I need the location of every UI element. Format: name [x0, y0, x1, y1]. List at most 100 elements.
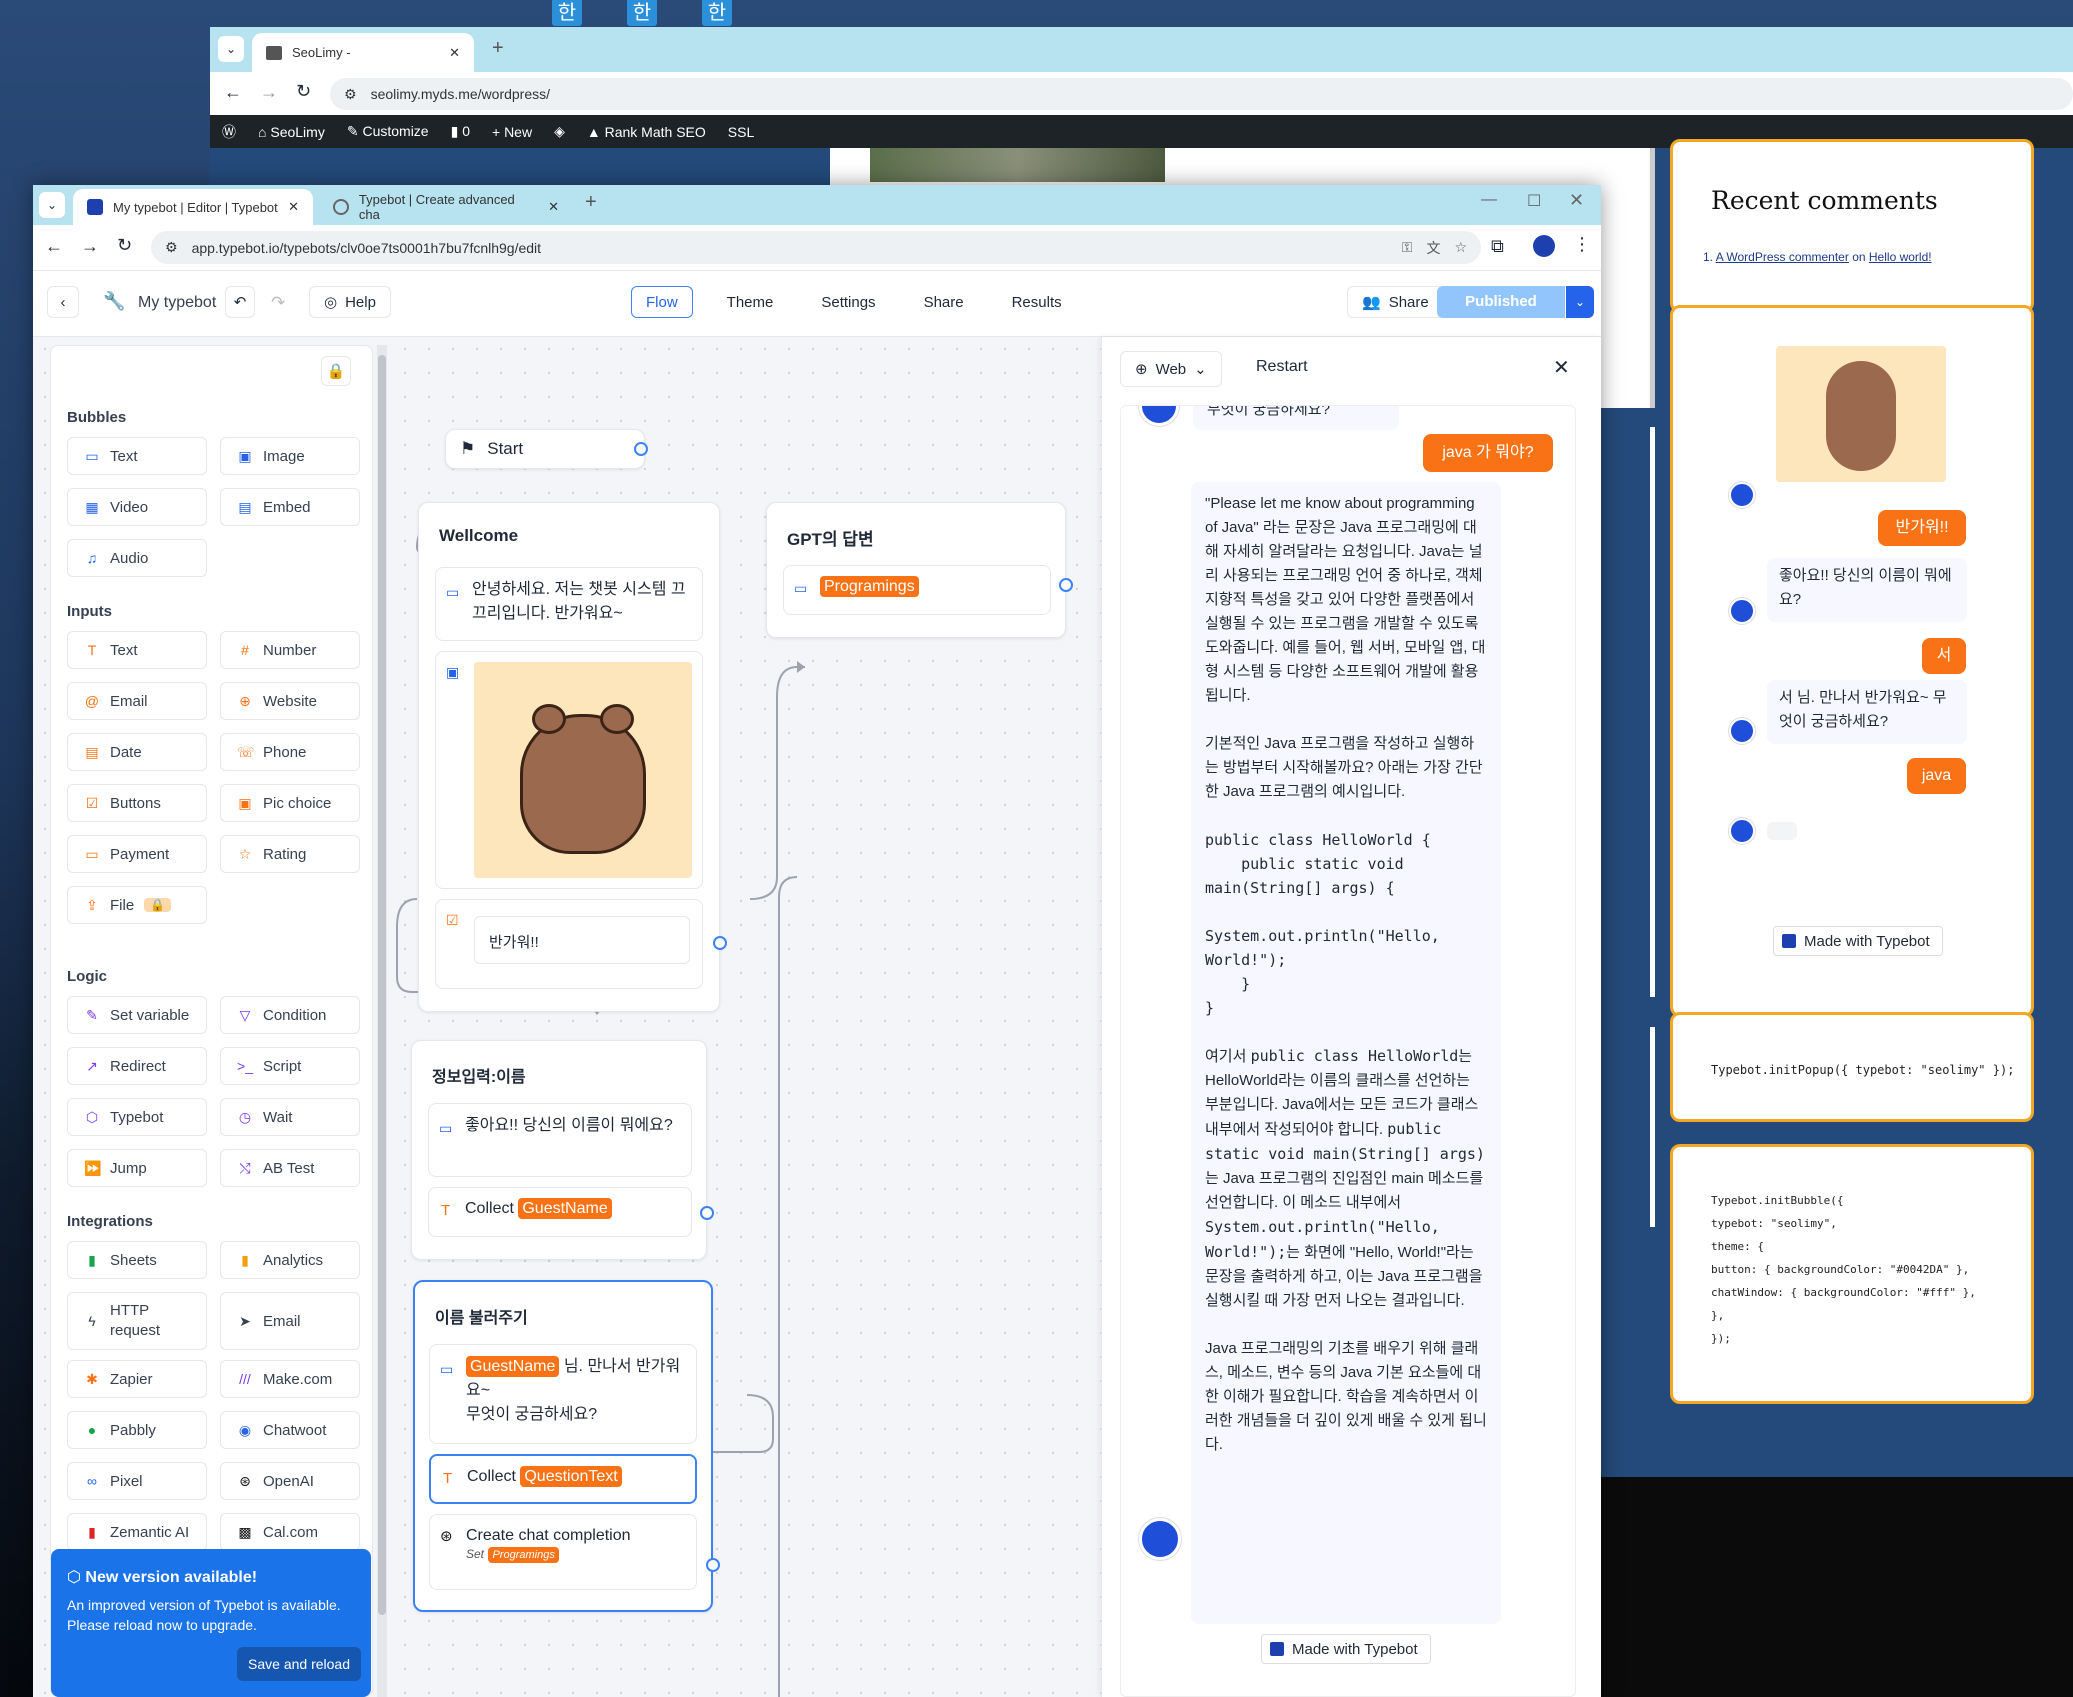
- image-bubble-block[interactable]: ▣: [435, 651, 703, 889]
- block-payment-input[interactable]: ▭ Payment: [67, 835, 207, 873]
- wp-new-link[interactable]: + New: [492, 124, 532, 140]
- group-call-name[interactable]: 이름 불러주기 ▭ GuestName 님. 만나서 반가워요~ 무엇이 궁금하세…: [413, 1280, 713, 1612]
- block-sheets[interactable]: ▮ Sheets: [67, 1241, 207, 1279]
- back-icon[interactable]: ←: [45, 236, 63, 257]
- close-icon[interactable]: ✕: [288, 199, 299, 215]
- close-icon[interactable]: ✕: [449, 45, 460, 61]
- connector-port[interactable]: [1059, 578, 1073, 592]
- published-button[interactable]: Published: [1437, 286, 1565, 318]
- group-title[interactable]: 정보입력:이름: [432, 1063, 526, 1087]
- start-node[interactable]: ⚑ Start: [445, 429, 645, 469]
- comment-post-link[interactable]: Hello world!: [1869, 250, 1932, 264]
- redo-icon[interactable]: ↷: [271, 293, 285, 313]
- wp-rankmath-link[interactable]: ▲ Rank Math SEO: [587, 124, 706, 140]
- tab-theme[interactable]: Theme: [712, 286, 788, 318]
- block-pixel[interactable]: ∞ Pixel: [67, 1462, 207, 1500]
- text-bubble-block[interactable]: ▭ Programings: [783, 565, 1051, 615]
- text-bubble-block[interactable]: ▭ 안녕하세요. 저는 챗봇 시스템 끄끄리입니다. 반가워요~: [435, 567, 703, 641]
- block-pabbly[interactable]: ● Pabbly: [67, 1411, 207, 1449]
- key-icon[interactable]: ⚿: [1402, 239, 1413, 256]
- block-rating-input[interactable]: ☆ Rating: [220, 835, 360, 873]
- connector-port[interactable]: [634, 442, 648, 456]
- block-make[interactable]: ///Make.com: [220, 1360, 360, 1398]
- wordpress-icon[interactable]: Ⓦ: [222, 122, 236, 142]
- openai-block[interactable]: ⊛ Create chat completion Set Programings: [429, 1514, 697, 1590]
- back-icon[interactable]: ←: [224, 82, 242, 103]
- tab-settings[interactable]: Settings: [807, 286, 890, 318]
- block-chatwoot[interactable]: ◉ Chatwoot: [220, 1411, 360, 1449]
- wp-customize-link[interactable]: ✎ Customize: [347, 123, 429, 140]
- wp-comments-link[interactable]: ▮ 0: [451, 123, 470, 140]
- lock-icon[interactable]: 🔒: [321, 356, 351, 386]
- block-condition[interactable]: ▽ Condition: [220, 996, 360, 1034]
- group-title[interactable]: GPT의 답변: [787, 525, 874, 550]
- tab-typebot-site[interactable]: Typebot | Create advanced cha ✕: [321, 189, 571, 225]
- bookmark-star-icon[interactable]: ☆: [1454, 239, 1467, 256]
- scrollbar-thumb[interactable]: [378, 355, 386, 1615]
- window-close-icon[interactable]: ✕: [1569, 190, 1584, 211]
- address-bar[interactable]: ⚙ seolimy.myds.me/wordpress/: [330, 78, 2073, 110]
- tab-search-icon[interactable]: ⌄: [218, 36, 244, 62]
- block-pic-choice-input[interactable]: ▣ Pic choice: [220, 784, 360, 822]
- block-text-input[interactable]: T Text: [67, 631, 207, 669]
- help-button[interactable]: ◎ Help: [309, 286, 391, 318]
- close-icon[interactable]: ✕: [1553, 355, 1570, 380]
- taskbar-ime-icon[interactable]: 한: [627, 0, 657, 26]
- text-input-block[interactable]: T Collect QuestionText: [429, 1454, 697, 1504]
- block-redirect[interactable]: ↗ Redirect: [67, 1047, 207, 1085]
- share-button[interactable]: 👥 Share: [1347, 286, 1444, 318]
- block-wait[interactable]: ◷ Wait: [220, 1098, 360, 1136]
- address-bar[interactable]: ⚙ app.typebot.io/typebots/clv0oe7ts0001h…: [151, 231, 1481, 264]
- tab-share[interactable]: Share: [909, 286, 978, 318]
- block-jump[interactable]: ⏩ Jump: [67, 1149, 207, 1187]
- reload-icon[interactable]: ↻: [117, 235, 132, 256]
- tab-search-icon[interactable]: ⌄: [39, 192, 65, 218]
- block-text-bubble[interactable]: ▭ Text: [67, 437, 207, 475]
- tab-flow[interactable]: Flow: [631, 286, 693, 318]
- block-script[interactable]: >_ Script: [220, 1047, 360, 1085]
- tab-results[interactable]: Results: [997, 286, 1076, 318]
- block-zemantic-ai[interactable]: ▮ Zemantic AI: [67, 1513, 207, 1551]
- text-input-block[interactable]: ☑ 반가워!!: [435, 899, 703, 989]
- typebot-name[interactable]: My typebot: [138, 294, 216, 312]
- undo-button[interactable]: ↶: [225, 286, 255, 318]
- wp-ssl-link[interactable]: SSL: [728, 124, 754, 140]
- group-wellcome[interactable]: Wellcome ▭ 안녕하세요. 저는 챗봇 시스템 끄끄리입니다. 반가워요…: [418, 502, 720, 1012]
- extensions-icon[interactable]: ⧉: [1491, 236, 1504, 257]
- tab-seolimy[interactable]: SeoLimy - ✕: [252, 33, 474, 72]
- taskbar-ime-icon[interactable]: 한: [552, 0, 582, 26]
- diamond-icon[interactable]: ◈: [554, 123, 565, 140]
- menu-icon[interactable]: ⋮: [1573, 234, 1591, 255]
- new-tab-icon[interactable]: +: [492, 37, 504, 60]
- web-select[interactable]: ⊕ Web ⌄: [1120, 351, 1222, 387]
- made-with-typebot-badge[interactable]: Made with Typebot: [1261, 1634, 1431, 1664]
- close-icon[interactable]: ✕: [548, 199, 559, 215]
- scrollbar[interactable]: [377, 345, 387, 1697]
- block-email-input[interactable]: @ Email: [67, 682, 207, 720]
- profile-avatar[interactable]: [1533, 235, 1555, 257]
- reload-icon[interactable]: ↻: [296, 81, 311, 102]
- block-ab-test[interactable]: ⤭ AB Test: [220, 1149, 360, 1187]
- block-image-bubble[interactable]: ▣ Image: [220, 437, 360, 475]
- save-and-reload-button[interactable]: Save and reload: [237, 1647, 361, 1681]
- back-button[interactable]: ‹: [47, 286, 79, 318]
- group-info-input[interactable]: 정보입력:이름 ▭ 좋아요!! 당신의 이름이 뭐에요? T Collect G…: [411, 1040, 707, 1260]
- block-website-input[interactable]: ⊕ Website: [220, 682, 360, 720]
- block-openai[interactable]: ⊛ OpenAI: [220, 1462, 360, 1500]
- block-phone-input[interactable]: ☏ Phone: [220, 733, 360, 771]
- maximize-icon[interactable]: ☐: [1527, 191, 1541, 211]
- minimize-icon[interactable]: —: [1481, 191, 1497, 209]
- restart-button[interactable]: Restart: [1256, 358, 1308, 376]
- block-http-request[interactable]: ϟ HTTP request: [67, 1292, 207, 1350]
- block-video-bubble[interactable]: ▦ Video: [67, 488, 207, 526]
- block-audio-bubble[interactable]: ♫ Audio: [67, 539, 207, 577]
- translate-icon[interactable]: 文: [1426, 238, 1440, 258]
- forward-icon[interactable]: →: [81, 236, 99, 257]
- taskbar-ime-icon[interactable]: 한: [702, 0, 732, 26]
- connector-port[interactable]: [706, 1558, 720, 1572]
- block-embed-bubble[interactable]: ▤ Embed: [220, 488, 360, 526]
- block-analytics[interactable]: ▮ Analytics: [220, 1241, 360, 1279]
- text-bubble-block[interactable]: ▭ GuestName 님. 만나서 반가워요~ 무엇이 궁금하세요?: [429, 1344, 697, 1444]
- connector-port[interactable]: [700, 1206, 714, 1220]
- comment-author-link[interactable]: A WordPress commenter: [1716, 250, 1849, 264]
